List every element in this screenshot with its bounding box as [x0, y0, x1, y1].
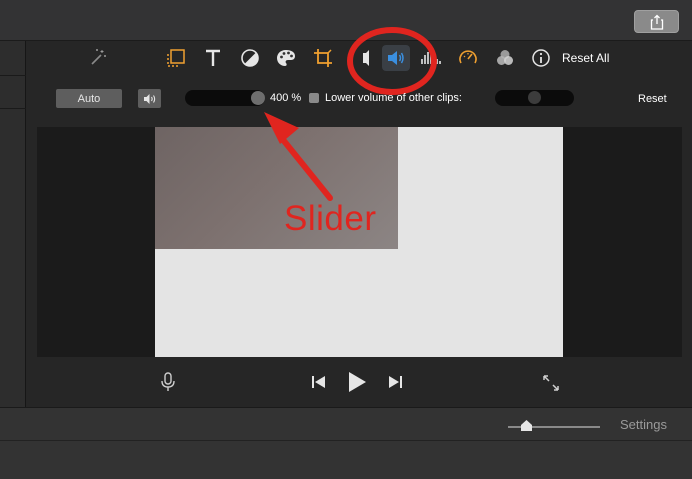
crop-icon[interactable]	[310, 45, 336, 71]
divider	[0, 108, 26, 109]
clip-filter-icon[interactable]	[492, 45, 518, 71]
title-text-icon[interactable]	[200, 45, 226, 71]
volume-slider-knob[interactable]	[251, 91, 265, 105]
magic-wand-icon[interactable]	[84, 45, 110, 71]
palette-icon[interactable]	[273, 45, 299, 71]
info-icon[interactable]	[528, 45, 554, 71]
auto-button[interactable]: Auto	[56, 89, 122, 108]
speaker-icon	[143, 93, 155, 104]
color-balance-icon[interactable]	[163, 45, 189, 71]
timeline-area	[0, 440, 692, 479]
microphone-icon[interactable]	[158, 371, 178, 398]
skip-back-icon[interactable]	[310, 374, 328, 395]
fullscreen-icon[interactable]	[541, 373, 561, 398]
share-icon	[650, 14, 663, 30]
reset-button[interactable]: Reset	[638, 93, 667, 105]
lower-volume-label: Lower volume of other clips:	[325, 92, 462, 104]
timeline-toolbar	[0, 407, 692, 440]
skip-forward-icon[interactable]	[386, 374, 404, 395]
speed-icon[interactable]	[455, 45, 481, 71]
annotation-arrow	[264, 112, 333, 201]
settings-button[interactable]: Settings	[620, 417, 667, 432]
zoom-slider-knob[interactable]	[520, 419, 533, 437]
divider	[0, 75, 26, 76]
mute-button[interactable]	[138, 89, 161, 108]
lower-volume-slider-knob[interactable]	[528, 91, 541, 104]
annotation-label: Slider	[284, 199, 377, 238]
reset-all-button[interactable]: Reset All	[562, 51, 609, 65]
play-icon[interactable]	[346, 371, 368, 398]
share-button[interactable]	[634, 10, 679, 33]
color-correction-icon[interactable]	[237, 45, 263, 71]
volume-percent: 400 %	[270, 92, 302, 104]
left-panel	[0, 41, 26, 407]
lower-volume-checkbox[interactable]	[309, 93, 319, 103]
annotation-circle	[347, 27, 437, 95]
